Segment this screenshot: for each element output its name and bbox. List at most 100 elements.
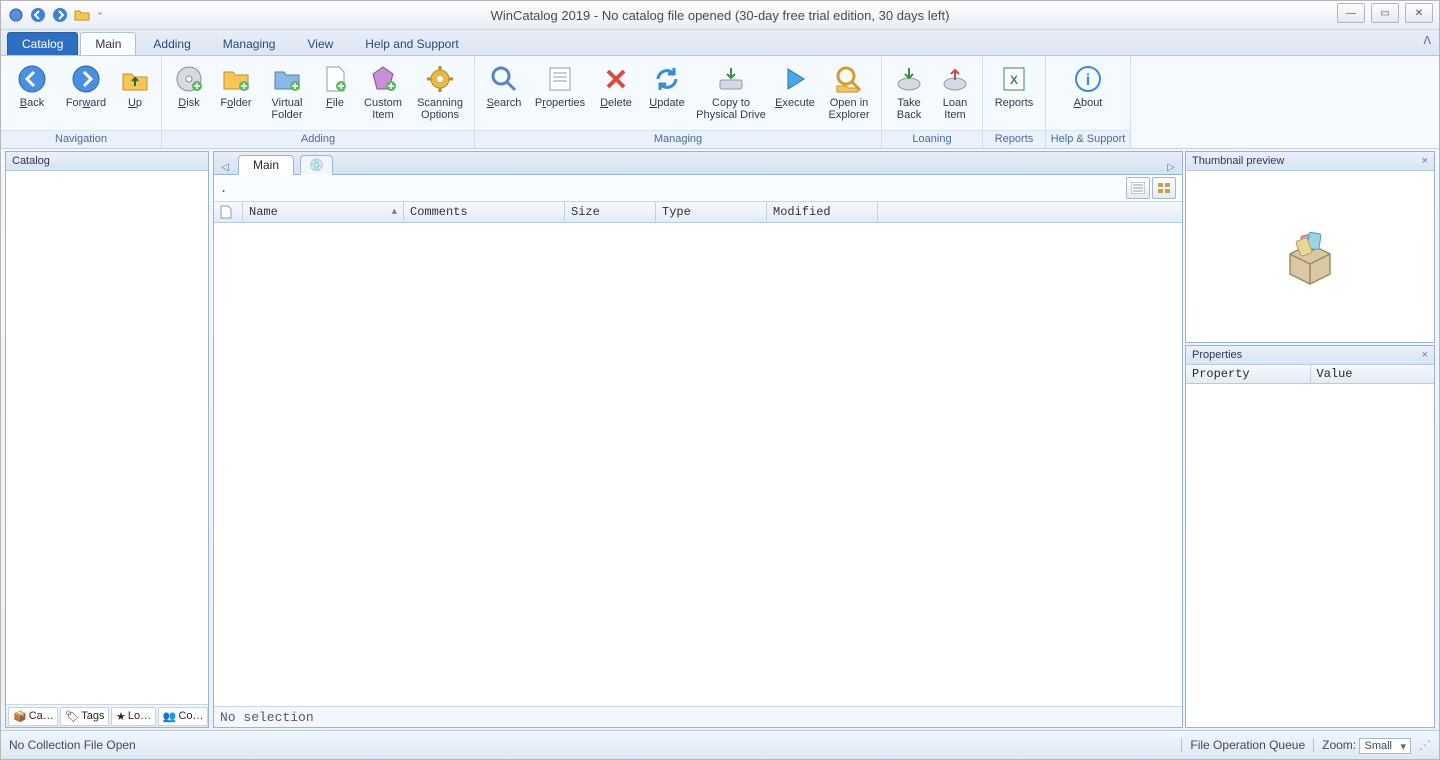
catalog-box-icon bbox=[1280, 229, 1340, 285]
custom-item-icon bbox=[367, 63, 399, 95]
delete-button[interactable]: Delete bbox=[593, 60, 639, 112]
qat-dropdown-icon[interactable]: ⁼ bbox=[95, 6, 105, 24]
disk-button[interactable]: Disk bbox=[168, 60, 210, 112]
col-spacer bbox=[878, 202, 1182, 222]
resize-grip-icon[interactable]: ⋰ bbox=[1419, 738, 1431, 752]
close-panel-icon[interactable]: × bbox=[1422, 346, 1428, 364]
catalog-panel: Catalog 📦Ca… 🏷Tags ★Lo… 👥Co… bbox=[5, 151, 209, 728]
document-body: . Name▲ Comments Size Type Modified bbox=[213, 174, 1183, 728]
tab-adding[interactable]: Adding bbox=[138, 32, 205, 55]
catalog-panel-header: Catalog bbox=[6, 152, 208, 171]
scanning-options-button[interactable]: Scanning Options bbox=[412, 60, 468, 124]
open-explorer-button[interactable]: Open in Explorer bbox=[823, 60, 875, 124]
back-button[interactable]: Back bbox=[7, 60, 57, 112]
update-button[interactable]: Update bbox=[643, 60, 691, 112]
take-back-icon bbox=[893, 63, 925, 95]
view-thumb-button[interactable] bbox=[1152, 177, 1176, 199]
folder-button[interactable]: Folder bbox=[214, 60, 258, 112]
quick-access-toolbar: ⁼ bbox=[1, 6, 111, 24]
tab-catalog[interactable]: Catalog bbox=[7, 32, 78, 55]
contacts-tab-icon: 👥 bbox=[163, 710, 177, 723]
search-button[interactable]: Search bbox=[481, 60, 527, 112]
properties-button[interactable]: Properties bbox=[531, 60, 589, 112]
about-button[interactable]: iAbout bbox=[1052, 60, 1124, 112]
view-list-button[interactable] bbox=[1126, 177, 1150, 199]
col-size[interactable]: Size bbox=[565, 202, 656, 222]
file-add-icon bbox=[319, 63, 351, 95]
grid-header: Name▲ Comments Size Type Modified bbox=[214, 202, 1182, 223]
tab-main[interactable]: Main bbox=[80, 32, 136, 55]
file-button[interactable]: File bbox=[316, 60, 354, 112]
gear-icon bbox=[424, 63, 456, 95]
disk-icon bbox=[173, 63, 205, 95]
left-tab-tags[interactable]: 🏷Tags bbox=[60, 707, 109, 726]
zoom-select[interactable]: Small bbox=[1359, 738, 1411, 754]
up-button[interactable]: Up bbox=[115, 60, 155, 112]
close-button[interactable]: ✕ bbox=[1405, 3, 1433, 23]
zoom-label: Zoom: bbox=[1322, 738, 1356, 752]
custom-item-button[interactable]: Custom Item bbox=[358, 60, 408, 124]
close-panel-icon[interactable]: × bbox=[1422, 152, 1428, 170]
copy-to-drive-button[interactable]: Copy to Physical Drive bbox=[695, 60, 767, 124]
svg-text:i: i bbox=[1086, 72, 1090, 89]
take-back-button[interactable]: Take Back bbox=[888, 60, 930, 124]
copy-drive-icon bbox=[715, 63, 747, 95]
right-column: Thumbnail preview× Properties× Property … bbox=[1185, 151, 1435, 728]
qat-folder-icon[interactable] bbox=[73, 6, 91, 24]
qat-back-icon[interactable] bbox=[29, 6, 47, 24]
ribbon-group-loaning: Take Back Loan Item Loaning bbox=[882, 56, 983, 148]
thumbnail-body bbox=[1186, 171, 1434, 342]
group-label: Reports bbox=[983, 130, 1045, 148]
path-bar: . bbox=[214, 175, 1182, 202]
tags-tab-icon: 🏷 bbox=[65, 710, 79, 723]
doc-tab-main[interactable]: Main bbox=[238, 155, 294, 175]
properties-body[interactable] bbox=[1186, 384, 1434, 727]
tab-view[interactable]: View bbox=[292, 32, 348, 55]
virtual-folder-button[interactable]: Virtual Folder bbox=[262, 60, 312, 124]
ribbon-tabstrip: Catalog Main Adding Managing View Help a… bbox=[1, 30, 1439, 56]
ribbon-group-adding: Disk Folder Virtual Folder File Custom I… bbox=[162, 56, 475, 148]
group-label: Help & Support bbox=[1046, 130, 1130, 148]
left-tab-catalog[interactable]: 📦Ca… bbox=[8, 707, 58, 726]
sort-asc-icon: ▲ bbox=[392, 207, 397, 217]
col-type[interactable]: Type bbox=[656, 202, 767, 222]
maximize-button[interactable]: ▭ bbox=[1371, 3, 1399, 23]
grid-body[interactable] bbox=[214, 223, 1182, 706]
ribbon-group-managing: Search Properties Delete Update Copy to … bbox=[475, 56, 882, 148]
col-value[interactable]: Value bbox=[1311, 365, 1435, 383]
minimize-button[interactable]: — bbox=[1337, 3, 1365, 23]
tab-scroll-right-icon[interactable]: ▷ bbox=[1164, 160, 1178, 174]
execute-button[interactable]: Execute bbox=[771, 60, 819, 112]
col-name[interactable]: Name▲ bbox=[243, 202, 404, 222]
delete-icon bbox=[600, 63, 632, 95]
group-label: Navigation bbox=[1, 130, 161, 148]
tab-help[interactable]: Help and Support bbox=[350, 32, 473, 55]
window-title: WinCatalog 2019 - No catalog file opened… bbox=[1, 8, 1439, 23]
document-tabs: ◁ Main 💿 ▷ bbox=[213, 151, 1183, 174]
search-icon bbox=[488, 63, 520, 95]
qat-forward-icon[interactable] bbox=[51, 6, 69, 24]
document-area: ◁ Main 💿 ▷ . Name▲ Comments Size bbox=[213, 151, 1183, 728]
cd-icon: 💿 bbox=[309, 158, 324, 172]
thumbnail-panel: Thumbnail preview× bbox=[1185, 151, 1435, 343]
group-label: Managing bbox=[475, 130, 881, 148]
col-comments[interactable]: Comments bbox=[404, 202, 565, 222]
ribbon-collapse-icon[interactable]: ᐱ bbox=[1423, 34, 1431, 47]
reports-button[interactable]: XReports bbox=[989, 60, 1039, 112]
col-property[interactable]: Property bbox=[1186, 365, 1311, 383]
col-modified[interactable]: Modified bbox=[767, 202, 878, 222]
file-operation-queue[interactable]: File Operation Queue bbox=[1181, 738, 1305, 752]
thumbnail-header: Thumbnail preview× bbox=[1186, 152, 1434, 171]
left-tab-contacts[interactable]: 👥Co… bbox=[158, 707, 208, 726]
forward-button[interactable]: Forward bbox=[61, 60, 111, 112]
virtual-folder-icon bbox=[271, 63, 303, 95]
tab-scroll-left-icon[interactable]: ◁ bbox=[218, 160, 232, 174]
left-tab-locations[interactable]: ★Lo… bbox=[111, 707, 156, 726]
col-icon[interactable] bbox=[214, 202, 243, 222]
loan-item-button[interactable]: Loan Item bbox=[934, 60, 976, 124]
doc-tab-new[interactable]: 💿 bbox=[300, 155, 333, 175]
catalog-tree[interactable] bbox=[6, 171, 208, 704]
explorer-icon bbox=[833, 63, 865, 95]
catalog-tab-icon: 📦 bbox=[13, 710, 27, 723]
tab-managing[interactable]: Managing bbox=[208, 32, 291, 55]
